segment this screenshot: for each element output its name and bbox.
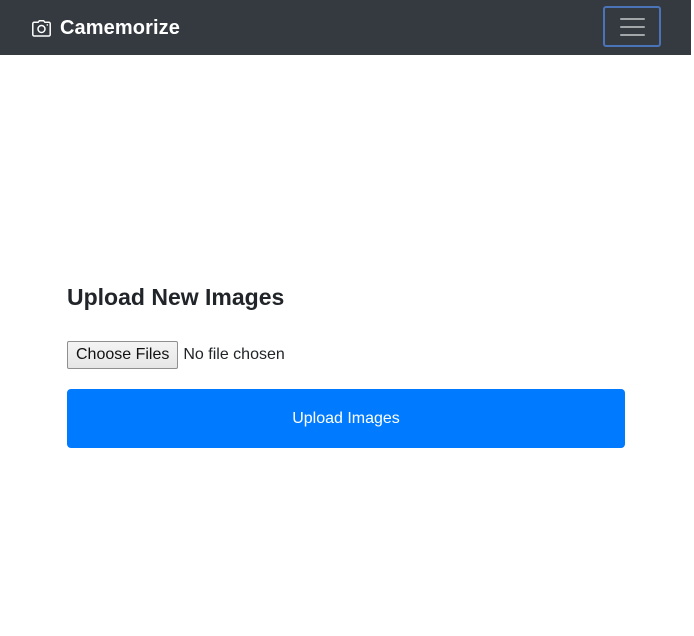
navbar: Camemorize (0, 0, 691, 55)
brand-link[interactable]: Camemorize (32, 14, 180, 42)
page-title: Upload New Images (67, 284, 285, 310)
navbar-toggle-button[interactable] (603, 6, 661, 47)
upload-form: Upload New Images Choose Files No file c… (67, 280, 625, 448)
file-status-text: No file chosen (183, 346, 285, 363)
file-input[interactable]: Choose Files No file chosen (67, 340, 285, 370)
camera-icon (32, 19, 51, 38)
page: Camemorize Upload New Images Choose File… (0, 0, 694, 636)
upload-images-button[interactable]: Upload Images (67, 389, 625, 448)
brand-name: Camemorize (60, 16, 180, 39)
hamburger-menu-icon (619, 17, 645, 36)
choose-files-button[interactable]: Choose Files (67, 341, 179, 369)
